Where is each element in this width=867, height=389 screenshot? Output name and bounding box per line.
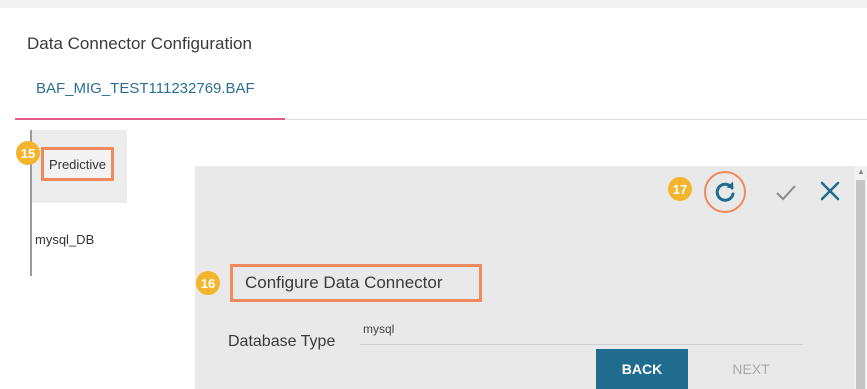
close-icon[interactable] <box>817 178 843 204</box>
top-strip <box>0 0 867 8</box>
back-button[interactable]: BACK <box>596 349 688 389</box>
callout-badge-17: 17 <box>668 177 692 201</box>
tab-baf-file[interactable]: BAF_MIG_TEST111232769.BAF <box>36 80 255 97</box>
active-tab-indicator <box>15 118 285 120</box>
section-title: Configure Data Connector <box>245 273 443 292</box>
sidebar-item-predictive[interactable]: Predictive <box>41 147 114 181</box>
confirm-check-icon[interactable] <box>774 180 798 204</box>
page-title: Data Connector Configuration <box>27 34 252 53</box>
refresh-icon <box>715 181 735 202</box>
database-type-underline <box>360 344 803 345</box>
callout-badge-16: 16 <box>196 271 220 295</box>
scroll-up-icon[interactable]: ▲ <box>857 167 865 176</box>
sidebar-item-label: Predictive <box>48 156 107 172</box>
database-type-field[interactable]: mysql <box>363 322 394 336</box>
sidebar-item-label: mysql_DB <box>35 232 95 247</box>
scrollbar-thumb[interactable] <box>856 180 865 389</box>
callout-badge-15: 15 <box>16 141 40 165</box>
tab-divider <box>285 119 867 120</box>
database-type-label: Database Type <box>228 333 336 350</box>
configure-data-connector-heading: Configure Data Connector <box>230 264 482 302</box>
refresh-button[interactable] <box>704 171 746 213</box>
next-button[interactable]: NEXT <box>712 349 790 389</box>
